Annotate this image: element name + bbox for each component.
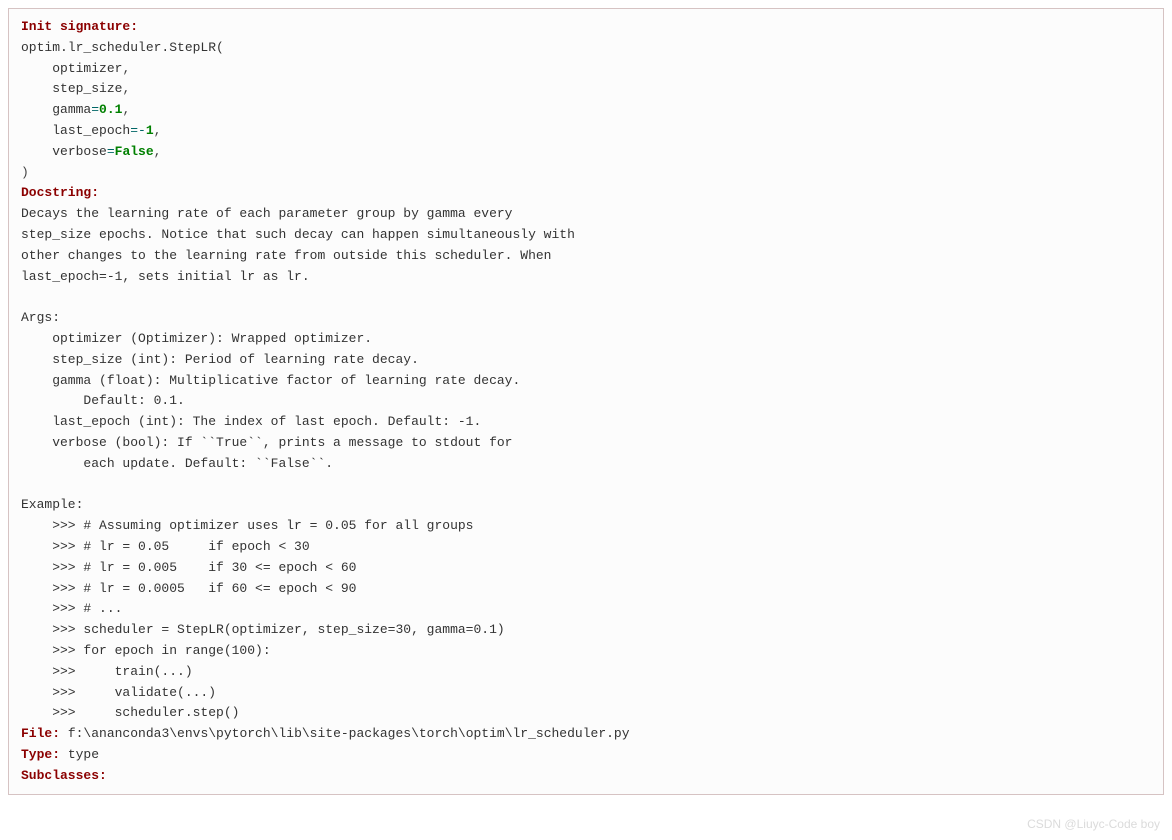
doc-container: Init signature: optim.lr_scheduler.StepL…: [8, 8, 1164, 795]
file-header: File:: [21, 726, 60, 741]
param-verbose: verbose: [52, 144, 107, 159]
file-line: File: f:\ananconda3\envs\pytorch\lib\sit…: [21, 724, 1151, 745]
param-lastepoch-num: 1: [146, 123, 154, 138]
param-gamma-value: 0.1: [99, 102, 122, 117]
param-verbose-value: False: [115, 144, 154, 159]
docstring-header: Docstring:: [21, 185, 99, 200]
subclasses-line: Subclasses:: [21, 766, 1151, 787]
comma: ,: [122, 61, 130, 76]
init-signature-section: Init signature:: [21, 17, 1151, 38]
docstring-section: Docstring:: [21, 183, 1151, 204]
comma: ,: [154, 123, 162, 138]
type-line: Type: type: [21, 745, 1151, 766]
comma: ,: [122, 81, 130, 96]
comma: ,: [154, 144, 162, 159]
param-stepsize: step_size: [52, 81, 122, 96]
param-gamma: gamma: [52, 102, 91, 117]
sig-close: ): [21, 165, 29, 180]
param-lastepoch: last_epoch: [52, 123, 130, 138]
type-header: Type:: [21, 747, 60, 762]
param-lastepoch-op: -: [138, 123, 146, 138]
sig-call: lr_scheduler.StepLR(: [68, 40, 224, 55]
init-signature-header: Init signature:: [21, 19, 138, 34]
eq: =: [91, 102, 99, 117]
signature-code: optim.lr_scheduler.StepLR( optimizer, st…: [21, 38, 1151, 184]
file-value: f:\ananconda3\envs\pytorch\lib\site-pack…: [60, 726, 630, 741]
param-optimizer: optimizer: [52, 61, 122, 76]
sig-prefix: optim.: [21, 40, 68, 55]
subclasses-header: Subclasses:: [21, 768, 107, 783]
eq: =: [107, 144, 115, 159]
docstring-body: Decays the learning rate of each paramet…: [21, 204, 1151, 724]
eq: =: [130, 123, 138, 138]
comma: ,: [122, 102, 130, 117]
watermark-text: CSDN @Liuyc-Code boy: [1027, 815, 1160, 834]
type-value: type: [60, 747, 99, 762]
